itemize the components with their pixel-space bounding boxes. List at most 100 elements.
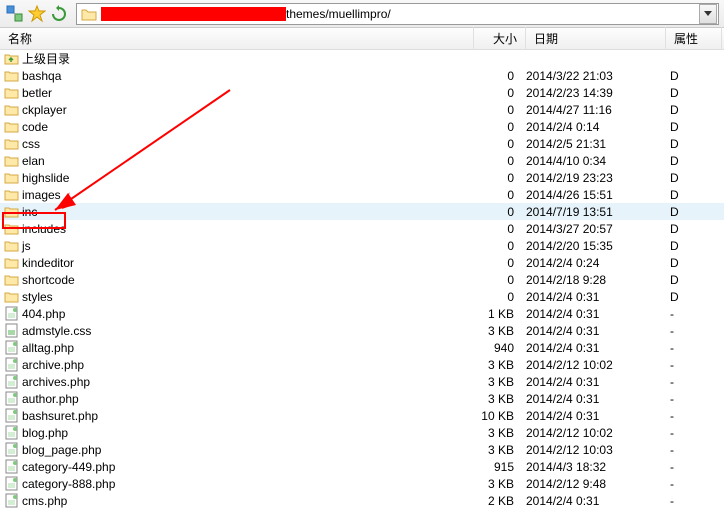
folder-icon (3, 154, 20, 167)
item-attr: D (666, 205, 722, 219)
item-size: 915 (474, 460, 526, 474)
file-icon (3, 340, 20, 355)
item-size: 3 KB (474, 324, 526, 338)
path-text[interactable]: themes/muellimpro/ (286, 7, 391, 21)
list-item[interactable]: includes02014/3/27 20:57D (0, 220, 724, 237)
item-name: kindeditor (20, 256, 474, 270)
item-date: 2014/2/4 0:31 (526, 409, 666, 423)
item-name: archives.php (20, 375, 474, 389)
list-item[interactable]: blog_page.php3 KB2014/2/12 10:03- (0, 441, 724, 458)
folder-icon (3, 222, 20, 235)
item-attr: - (666, 341, 722, 355)
column-headers: 名称 大小 日期 属性 (0, 28, 724, 50)
list-item[interactable]: bashsuret.php10 KB2014/2/4 0:31- (0, 407, 724, 424)
path-input-container: themes/muellimpro/ (76, 3, 719, 25)
folder-icon (3, 86, 20, 99)
connect-icon[interactable] (5, 4, 25, 24)
item-attr: - (666, 426, 722, 440)
list-item[interactable]: cms.php2 KB2014/2/4 0:31- (0, 492, 724, 509)
folder-icon (3, 69, 20, 82)
item-attr: - (666, 460, 722, 474)
item-date: 2014/2/20 15:35 (526, 239, 666, 253)
file-icon (3, 459, 20, 474)
item-date: 2014/2/12 10:02 (526, 358, 666, 372)
list-item[interactable]: archive.php3 KB2014/2/12 10:02- (0, 356, 724, 373)
list-item[interactable]: category-449.php9152014/4/3 18:32- (0, 458, 724, 475)
item-name: bashsuret.php (20, 409, 474, 423)
item-name: ckplayer (20, 103, 474, 117)
item-size: 2 KB (474, 494, 526, 508)
list-item[interactable]: alltag.php9402014/2/4 0:31- (0, 339, 724, 356)
item-size: 0 (474, 239, 526, 253)
item-size: 0 (474, 86, 526, 100)
item-name: admstyle.css (20, 324, 474, 338)
file-icon (3, 425, 20, 440)
list-item[interactable]: category-888.php3 KB2014/2/12 9:48- (0, 475, 724, 492)
item-date: 2014/4/26 15:51 (526, 188, 666, 202)
item-name: category-449.php (20, 460, 474, 474)
item-size: 0 (474, 188, 526, 202)
list-item[interactable]: betler02014/2/23 14:39D (0, 84, 724, 101)
item-attr: - (666, 409, 722, 423)
list-item[interactable]: archives.php3 KB2014/2/4 0:31- (0, 373, 724, 390)
item-attr: D (666, 256, 722, 270)
list-item[interactable]: author.php3 KB2014/2/4 0:31- (0, 390, 724, 407)
item-name: category-888.php (20, 477, 474, 491)
favorite-icon[interactable] (27, 4, 47, 24)
file-list: 上级目录 bashqa02014/3/22 21:03Dbetler02014/… (0, 50, 724, 520)
up-folder-icon (3, 52, 20, 65)
folder-icon (3, 239, 20, 252)
refresh-icon[interactable] (49, 4, 69, 24)
item-size: 0 (474, 171, 526, 185)
toolbar: themes/muellimpro/ (0, 0, 724, 28)
item-name: code (20, 120, 474, 134)
list-item[interactable]: css02014/2/5 21:31D (0, 135, 724, 152)
list-item[interactable]: code02014/2/4 0:14D (0, 118, 724, 135)
item-date: 2014/2/4 0:31 (526, 392, 666, 406)
file-icon (3, 357, 20, 372)
list-item[interactable]: highslide02014/2/19 23:23D (0, 169, 724, 186)
item-date: 2014/3/22 21:03 (526, 69, 666, 83)
item-date: 2014/4/10 0:34 (526, 154, 666, 168)
item-size: 0 (474, 256, 526, 270)
item-size: 0 (474, 137, 526, 151)
list-item[interactable]: inc02014/7/19 13:51D (0, 203, 724, 220)
item-date: 2014/2/4 0:24 (526, 256, 666, 270)
folder-icon (3, 137, 20, 150)
item-date: 2014/2/5 21:31 (526, 137, 666, 151)
list-item[interactable]: ckplayer02014/4/27 11:16D (0, 101, 724, 118)
list-item[interactable]: styles02014/2/4 0:31D (0, 288, 724, 305)
header-name[interactable]: 名称 (0, 27, 474, 50)
item-size: 0 (474, 154, 526, 168)
list-item[interactable]: 404.php1 KB2014/2/4 0:31- (0, 305, 724, 322)
item-date: 2014/2/12 10:03 (526, 443, 666, 457)
item-date: 2014/2/4 0:31 (526, 307, 666, 321)
list-item[interactable]: bashqa02014/3/22 21:03D (0, 67, 724, 84)
item-size: 3 KB (474, 358, 526, 372)
list-item[interactable]: admstyle.css3 KB2014/2/4 0:31- (0, 322, 724, 339)
item-attr: - (666, 392, 722, 406)
list-item[interactable]: blog.php3 KB2014/2/12 10:02- (0, 424, 724, 441)
header-attr[interactable]: 属性 (666, 27, 722, 50)
item-name: author.php (20, 392, 474, 406)
item-attr: D (666, 154, 722, 168)
chevron-down-icon[interactable] (699, 4, 717, 24)
item-attr: - (666, 358, 722, 372)
item-name: highslide (20, 171, 474, 185)
file-icon (3, 323, 20, 338)
item-attr: D (666, 290, 722, 304)
header-size[interactable]: 大小 (474, 27, 526, 50)
folder-icon (3, 205, 20, 218)
item-size: 3 KB (474, 426, 526, 440)
list-item[interactable]: images02014/4/26 15:51D (0, 186, 724, 203)
item-date: 2014/2/4 0:31 (526, 290, 666, 304)
item-date: 2014/2/4 0:31 (526, 324, 666, 338)
list-item[interactable]: shortcode02014/2/18 9:28D (0, 271, 724, 288)
list-item[interactable]: js02014/2/20 15:35D (0, 237, 724, 254)
list-item[interactable]: kindeditor02014/2/4 0:24D (0, 254, 724, 271)
list-item[interactable]: elan02014/4/10 0:34D (0, 152, 724, 169)
item-date: 2014/2/19 23:23 (526, 171, 666, 185)
item-attr: - (666, 375, 722, 389)
header-date[interactable]: 日期 (526, 27, 666, 50)
parent-dir-row[interactable]: 上级目录 (0, 50, 724, 67)
